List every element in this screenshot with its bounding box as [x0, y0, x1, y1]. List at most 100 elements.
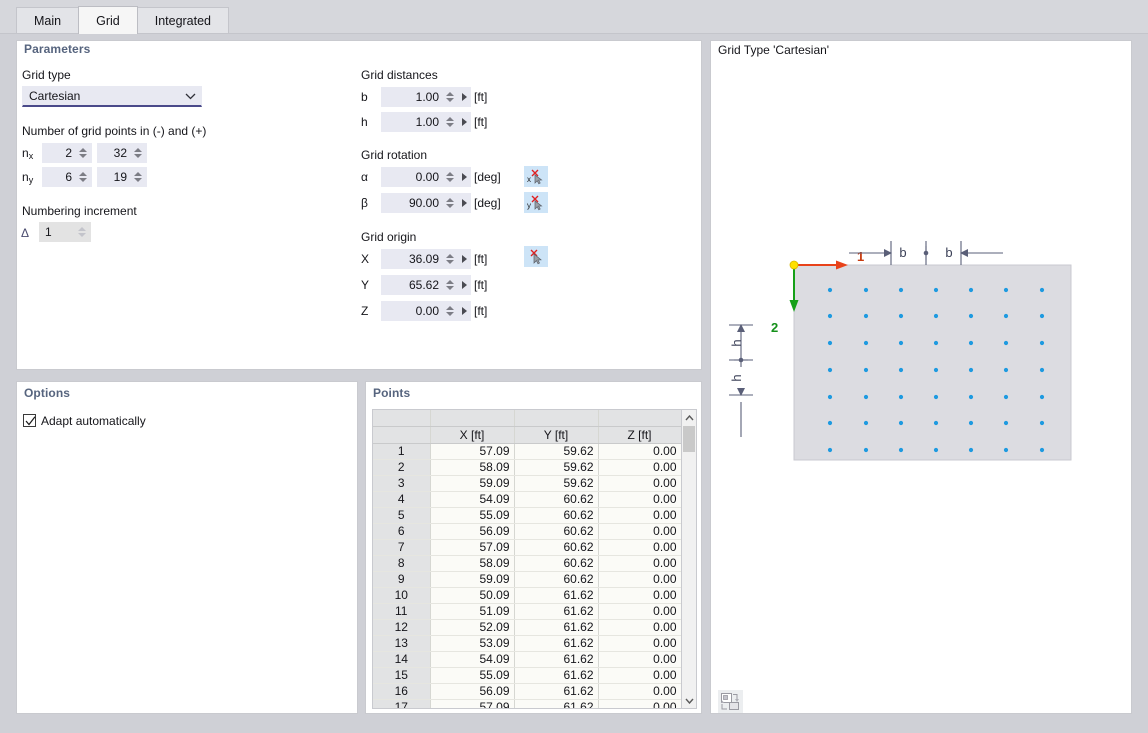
ny-minus-stepper[interactable]: 6 — [42, 167, 92, 187]
cell-value[interactable]: 61.62 — [514, 667, 598, 683]
grid-type-select[interactable]: Cartesian — [22, 86, 202, 107]
alpha-arrows[interactable] — [444, 168, 456, 186]
table-row[interactable]: 1252.0961.620.00 — [373, 619, 681, 635]
cell-value[interactable]: 60.62 — [514, 539, 598, 555]
pick-alpha-icon[interactable]: x — [524, 166, 548, 187]
row-index[interactable]: 6 — [373, 523, 430, 539]
b-field[interactable]: 1.00 — [381, 87, 471, 107]
cell-value[interactable]: 60.62 — [514, 491, 598, 507]
table-row[interactable]: 1353.0961.620.00 — [373, 635, 681, 651]
nx-plus-arrows[interactable] — [132, 144, 144, 162]
h-arrows[interactable] — [444, 113, 456, 131]
beta-arrows[interactable] — [444, 194, 456, 212]
cell-value[interactable]: 0.00 — [598, 523, 681, 539]
column-header-y[interactable]: Y [ft] — [514, 426, 598, 443]
scroll-down-icon[interactable] — [682, 693, 696, 708]
alpha-expand-icon[interactable] — [458, 173, 470, 181]
cell-value[interactable]: 0.00 — [598, 475, 681, 491]
table-row[interactable]: 959.0960.620.00 — [373, 571, 681, 587]
row-index[interactable]: 17 — [373, 699, 430, 709]
b-arrows[interactable] — [444, 88, 456, 106]
table-row[interactable]: 157.0959.620.00 — [373, 443, 681, 459]
adapt-automatically-checkbox[interactable] — [23, 414, 36, 427]
origin-y-field[interactable]: 65.62 — [381, 275, 471, 295]
cell-value[interactable]: 0.00 — [598, 619, 681, 635]
cell-value[interactable]: 50.09 — [430, 587, 514, 603]
origin-y-expand-icon[interactable] — [458, 281, 470, 289]
table-row[interactable]: 757.0960.620.00 — [373, 539, 681, 555]
beta-expand-icon[interactable] — [458, 199, 470, 207]
h-field[interactable]: 1.00 — [381, 112, 471, 132]
table-row[interactable]: 1656.0961.620.00 — [373, 683, 681, 699]
row-index[interactable]: 8 — [373, 555, 430, 571]
ny-minus-arrows[interactable] — [77, 168, 89, 186]
cell-value[interactable]: 0.00 — [598, 603, 681, 619]
cell-value[interactable]: 58.09 — [430, 459, 514, 475]
beta-field[interactable]: 90.00 — [381, 193, 471, 213]
numbering-increment-stepper[interactable]: 1 — [39, 222, 91, 242]
table-row[interactable]: 1454.0961.620.00 — [373, 651, 681, 667]
cell-value[interactable]: 59.09 — [430, 475, 514, 491]
ny-plus-stepper[interactable]: 19 — [97, 167, 147, 187]
cell-value[interactable]: 52.09 — [430, 619, 514, 635]
cell-value[interactable]: 53.09 — [430, 635, 514, 651]
row-index[interactable]: 13 — [373, 635, 430, 651]
pick-beta-icon[interactable]: y — [524, 192, 548, 213]
tab-main[interactable]: Main — [16, 7, 79, 34]
origin-z-expand-icon[interactable] — [458, 307, 470, 315]
tab-grid[interactable]: Grid — [78, 6, 138, 34]
column-header-z[interactable]: Z [ft] — [598, 426, 681, 443]
alpha-field[interactable]: 0.00 — [381, 167, 471, 187]
table-row[interactable]: 359.0959.620.00 — [373, 475, 681, 491]
table-row[interactable]: 858.0960.620.00 — [373, 555, 681, 571]
cell-value[interactable]: 61.62 — [514, 651, 598, 667]
column-header-index[interactable] — [373, 426, 430, 443]
nx-minus-arrows[interactable] — [77, 144, 89, 162]
cell-value[interactable]: 60.62 — [514, 555, 598, 571]
row-index[interactable]: 1 — [373, 443, 430, 459]
cell-value[interactable]: 57.09 — [430, 443, 514, 459]
cell-value[interactable]: 0.00 — [598, 507, 681, 523]
origin-x-field[interactable]: 36.09 — [381, 249, 471, 269]
cell-value[interactable]: 60.62 — [514, 523, 598, 539]
pick-origin-icon[interactable] — [524, 246, 548, 267]
cell-value[interactable]: 57.09 — [430, 539, 514, 555]
h-expand-icon[interactable] — [458, 118, 470, 126]
origin-x-arrows[interactable] — [444, 250, 456, 268]
cell-value[interactable]: 0.00 — [598, 683, 681, 699]
scrollbar-thumb[interactable] — [683, 426, 695, 452]
cell-value[interactable]: 58.09 — [430, 555, 514, 571]
cell-value[interactable]: 59.62 — [514, 475, 598, 491]
cell-value[interactable]: 56.09 — [430, 683, 514, 699]
cell-value[interactable]: 54.09 — [430, 491, 514, 507]
cell-value[interactable]: 0.00 — [598, 443, 681, 459]
row-index[interactable]: 16 — [373, 683, 430, 699]
cell-value[interactable]: 0.00 — [598, 667, 681, 683]
cell-value[interactable]: 59.62 — [514, 443, 598, 459]
row-index[interactable]: 10 — [373, 587, 430, 603]
origin-x-expand-icon[interactable] — [458, 255, 470, 263]
table-row[interactable]: 1555.0961.620.00 — [373, 667, 681, 683]
row-index[interactable]: 3 — [373, 475, 430, 491]
nx-minus-stepper[interactable]: 2 — [42, 143, 92, 163]
cell-value[interactable]: 0.00 — [598, 491, 681, 507]
points-table-scrollbar[interactable] — [682, 409, 697, 709]
cell-value[interactable]: 57.09 — [430, 699, 514, 709]
cell-value[interactable]: 0.00 — [598, 635, 681, 651]
row-index[interactable]: 9 — [373, 571, 430, 587]
table-row[interactable]: 454.0960.620.00 — [373, 491, 681, 507]
tab-integrated[interactable]: Integrated — [137, 7, 229, 34]
origin-z-arrows[interactable] — [444, 302, 456, 320]
cell-value[interactable]: 0.00 — [598, 699, 681, 709]
scroll-up-icon[interactable] — [682, 410, 696, 425]
row-index[interactable]: 2 — [373, 459, 430, 475]
b-expand-icon[interactable] — [458, 93, 470, 101]
row-index[interactable]: 14 — [373, 651, 430, 667]
table-row[interactable]: 555.0960.620.00 — [373, 507, 681, 523]
row-index[interactable]: 7 — [373, 539, 430, 555]
table-row[interactable]: 1151.0961.620.00 — [373, 603, 681, 619]
column-header-x[interactable]: X [ft] — [430, 426, 514, 443]
row-index[interactable]: 11 — [373, 603, 430, 619]
cell-value[interactable]: 61.62 — [514, 587, 598, 603]
cell-value[interactable]: 0.00 — [598, 571, 681, 587]
